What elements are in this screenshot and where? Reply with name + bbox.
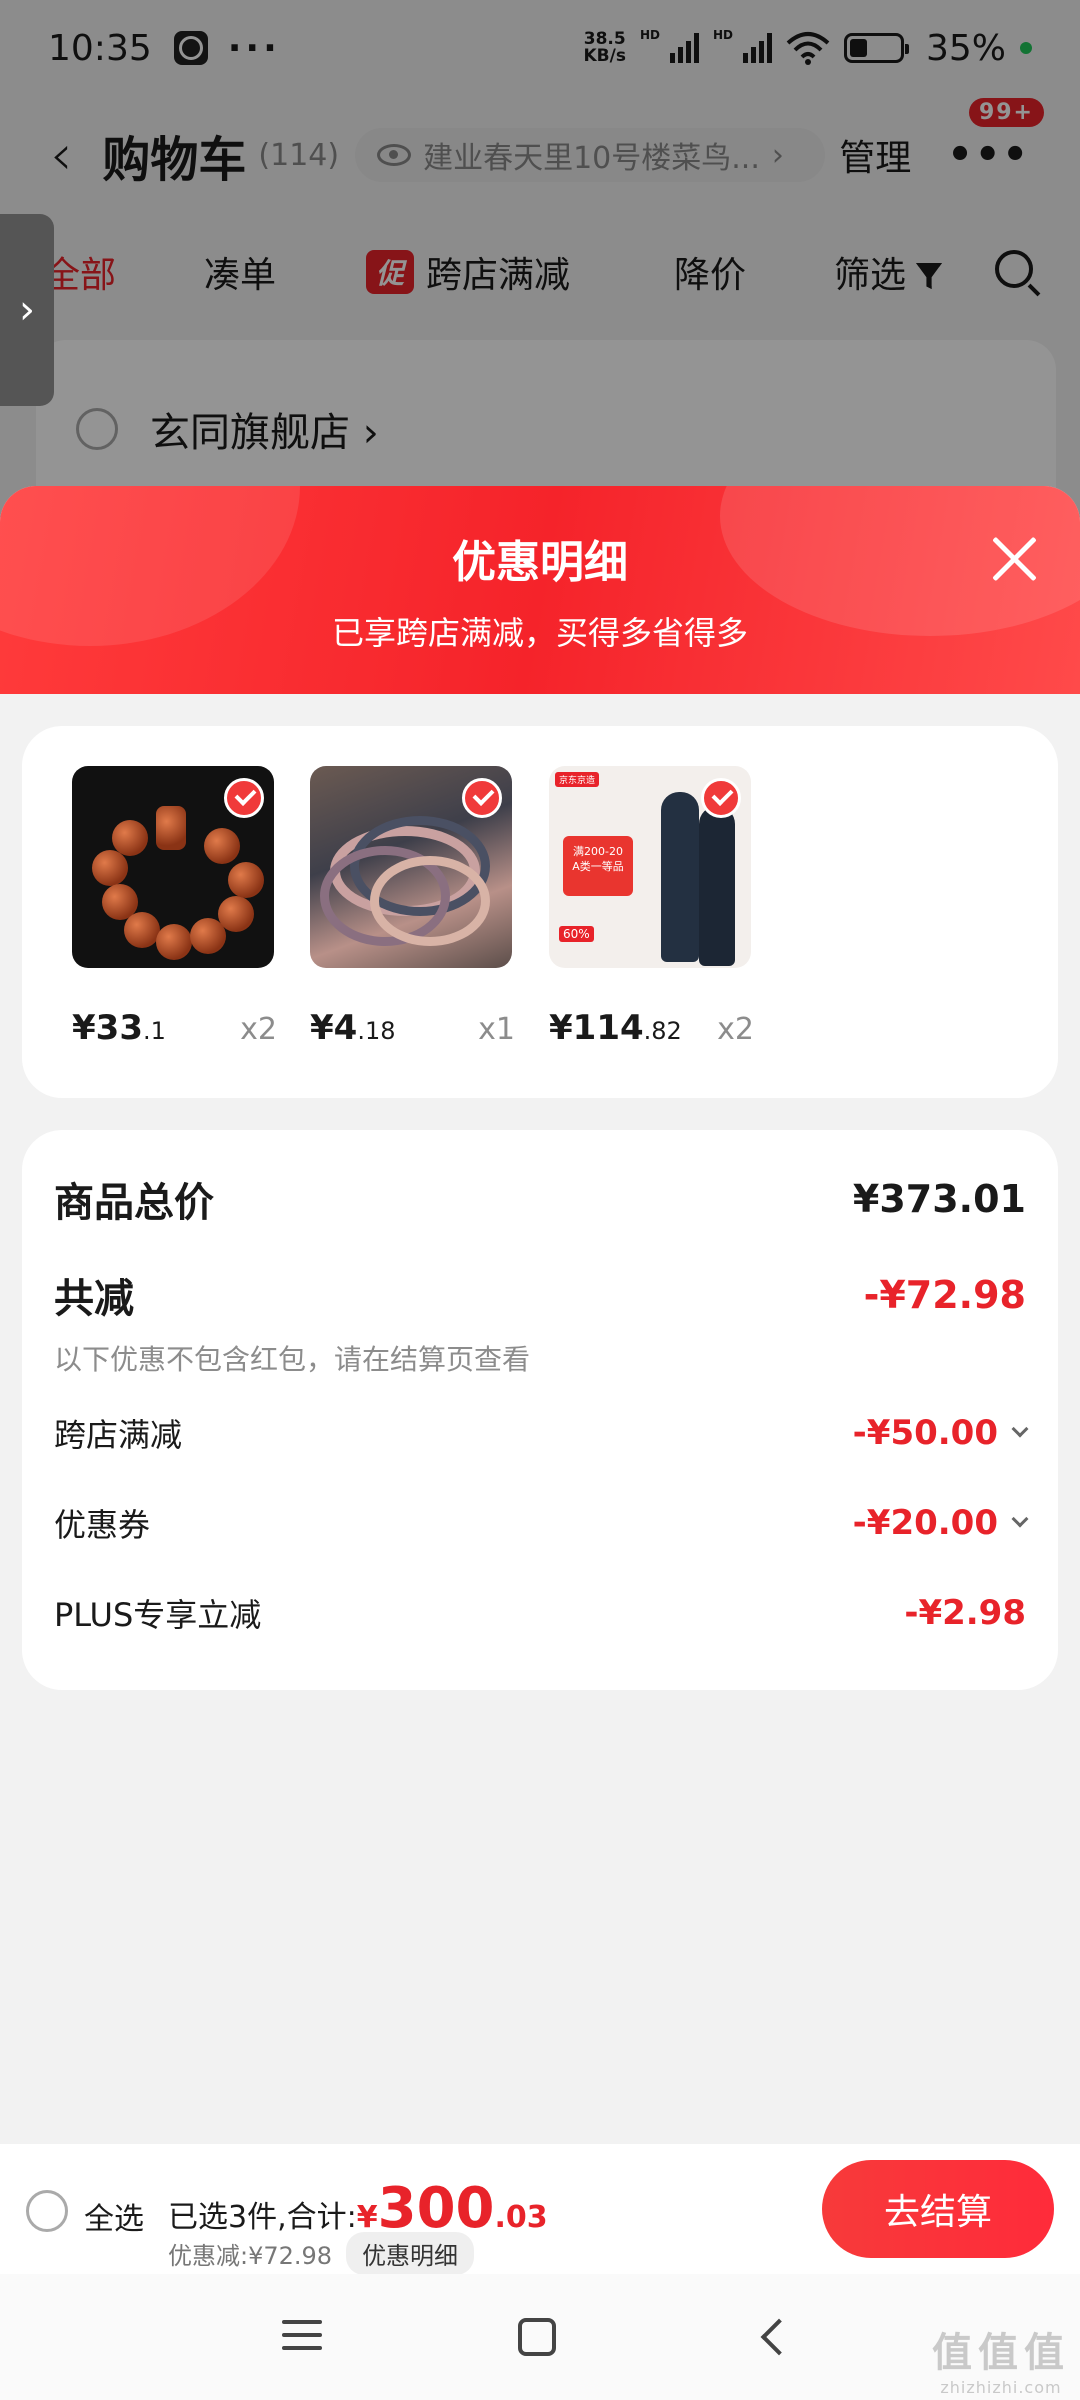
promo-box: 满200-20 A类一等品: [563, 836, 633, 896]
discount-row-cross-store[interactable]: 跨店满减 -¥50.00: [54, 1410, 1029, 1456]
sheet-header: 优惠明细 已享跨店满减，买得多省得多: [0, 486, 1080, 694]
discount-row-coupon[interactable]: 优惠券 -¥20.00: [54, 1500, 1029, 1546]
selected-count-text: 已选3件,合计:: [168, 2200, 357, 2235]
chevron-down-icon: [1011, 1420, 1029, 1438]
brand-label: 京东京造: [555, 772, 600, 787]
product-item[interactable]: ¥4.18 x1: [310, 766, 515, 1048]
total-price-label: 商品总价: [54, 1180, 214, 1226]
product-item[interactable]: 京东京造 满200-20 A类一等品 60% ¥114.82 x2: [549, 766, 754, 1048]
checkout-discount: 优惠减:¥72.98 优惠明细: [168, 2232, 475, 2275]
discount-note: 以下优惠不包含红包，请在结算页查看: [54, 1343, 531, 1376]
price-detail-card: 商品总价 ¥373.01 共减 -¥72.98 以下优惠不包含红包，请在结算页查…: [22, 1130, 1058, 1690]
product-price: ¥4.18: [310, 1008, 396, 1048]
product-item[interactable]: ¥33.1 x2: [72, 766, 277, 1048]
discount-amount-text: 优惠减:¥72.98: [168, 2242, 333, 2270]
check-icon[interactable]: [462, 778, 502, 818]
product-price: ¥114.82: [549, 1008, 682, 1048]
home-icon[interactable]: [518, 2318, 556, 2356]
close-icon[interactable]: [990, 534, 1040, 584]
total-reduction-row: 共减 -¥72.98: [54, 1266, 1026, 1324]
system-back-icon[interactable]: [760, 2318, 798, 2356]
sheet-subtitle: 已享跨店满减，买得多省得多: [331, 614, 748, 652]
chevron-down-icon: [1011, 1510, 1029, 1528]
product-qty: x2: [717, 1012, 754, 1047]
product-image-bracelet: [72, 766, 274, 968]
recent-apps-icon[interactable]: [282, 2320, 322, 2354]
system-navigation-bar: [0, 2274, 1080, 2400]
checkout-bar: 全选 已选3件,合计: ¥300.03 优惠减:¥72.98 优惠明细 去结算: [0, 2144, 1080, 2275]
select-all-label[interactable]: 全选: [84, 2194, 144, 2238]
watermark: 值值值 zhizhizhi.com: [932, 2330, 1070, 2397]
product-image-thermal-underwear: 京东京造 满200-20 A类一等品 60%: [549, 766, 751, 968]
product-qty: x1: [478, 1012, 515, 1047]
discount-row-plus: PLUS专享立减 -¥2.98: [54, 1593, 1026, 1634]
check-icon[interactable]: [224, 778, 264, 818]
check-icon[interactable]: [701, 778, 741, 818]
side-expand-tab[interactable]: ›: [0, 214, 54, 406]
product-image-hair-ties: [310, 766, 512, 968]
select-all-radio[interactable]: [26, 2190, 68, 2232]
discount-detail-sheet: 优惠明细 已享跨店满减，买得多省得多 ¥33.1 x2 ¥4.18 x1 京东京…: [0, 486, 1080, 2400]
product-price: ¥33.1: [72, 1008, 166, 1048]
sheet-title: 优惠明细: [452, 537, 628, 588]
selected-products-card: ¥33.1 x2 ¥4.18 x1 京东京造 满200-20 A类一等品 60%…: [22, 726, 1058, 1098]
total-reduction-value: -¥72.98: [863, 1273, 1026, 1317]
total-price-value: ¥373.01: [852, 1177, 1026, 1221]
total-reduction-label: 共减: [54, 1276, 134, 1322]
discount-detail-button[interactable]: 优惠明细: [346, 2232, 475, 2275]
checkout-button[interactable]: 去结算: [822, 2160, 1054, 2258]
product-qty: x2: [240, 1012, 277, 1047]
total-price-row: 商品总价 ¥373.01: [54, 1170, 1026, 1228]
chevron-right-icon: ›: [19, 287, 35, 333]
